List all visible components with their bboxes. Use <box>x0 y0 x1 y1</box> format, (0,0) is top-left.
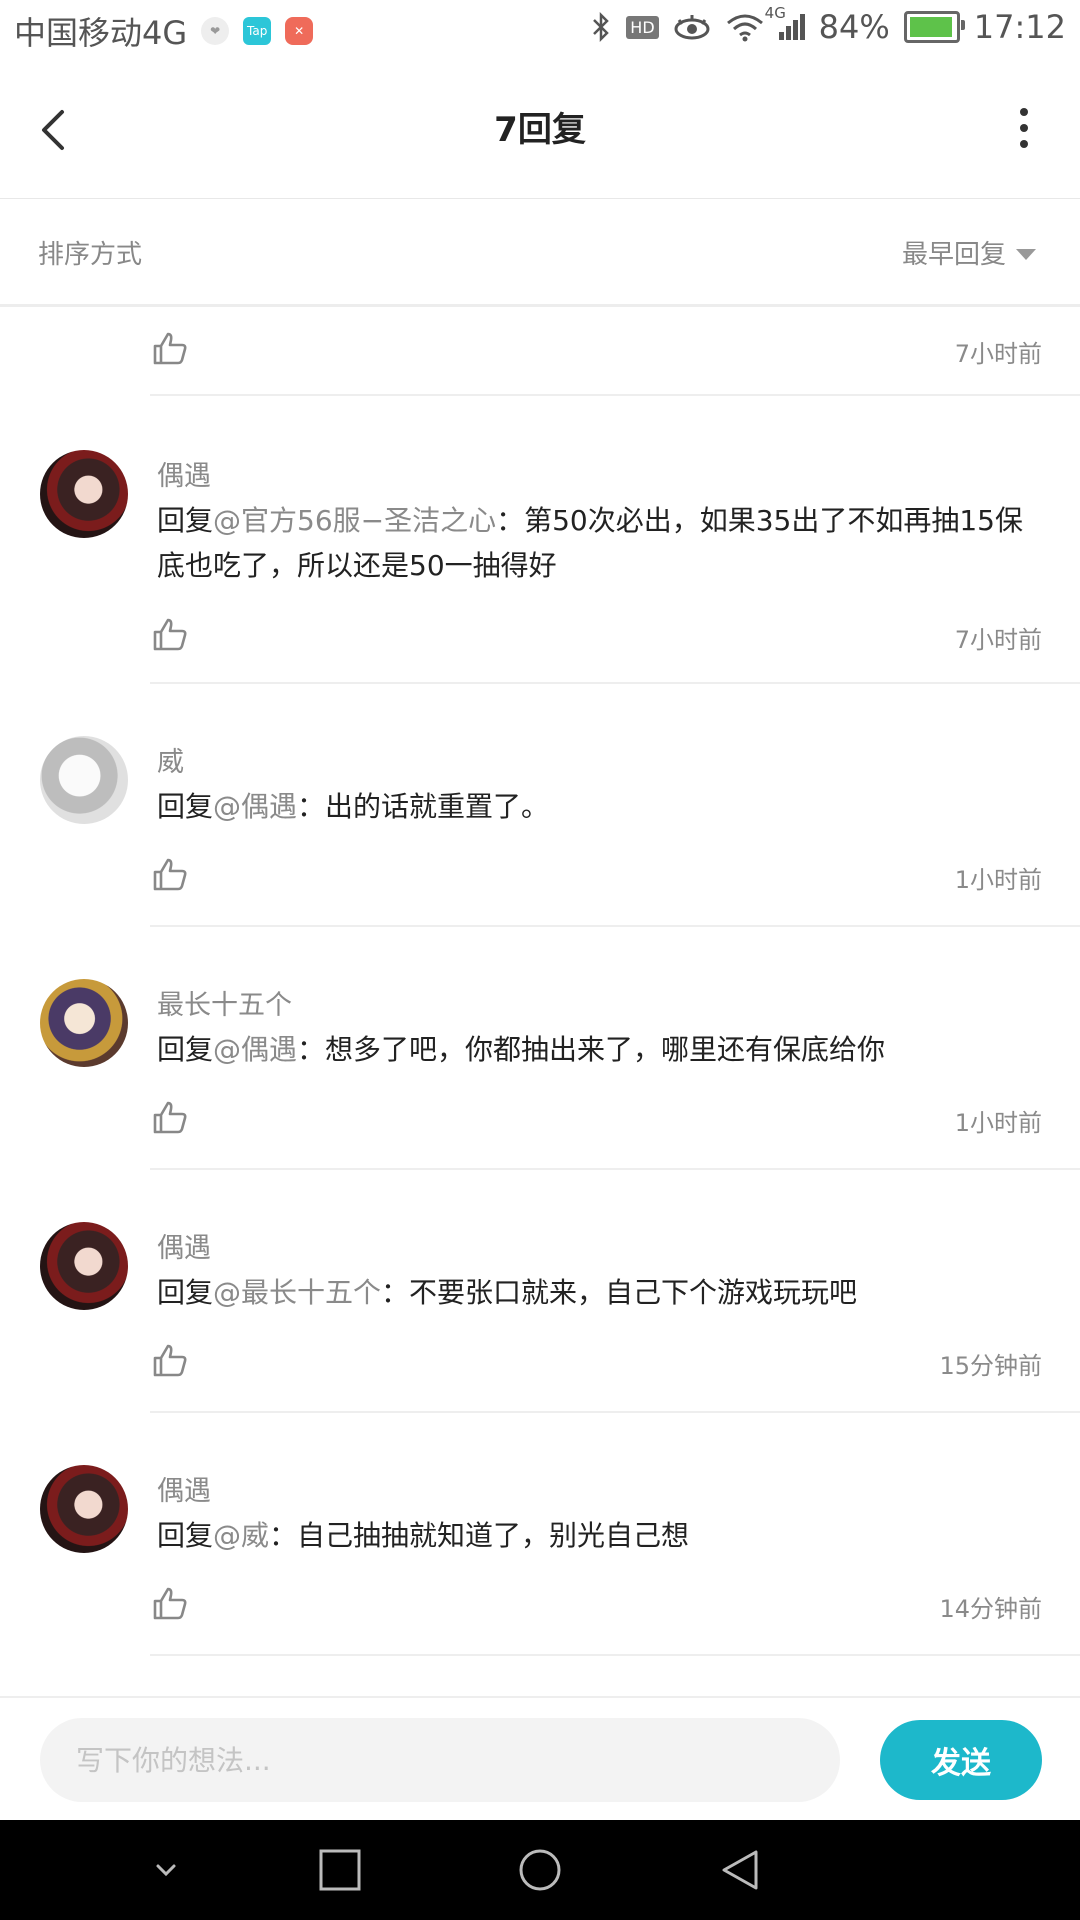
mention-link[interactable]: @最长十五个 <box>213 1276 381 1309</box>
reply-item: 7小时前 <box>0 306 1080 396</box>
hd-icon: HD <box>626 15 659 39</box>
thumbs-up-icon[interactable] <box>152 1342 188 1378</box>
reply-item: 偶遇 回复@威：自己抽抽就知道了，别光自己想 14分钟前 <box>0 1413 1080 1656</box>
reply-prefix: 回复 <box>157 1276 214 1309</box>
reply-text: ：出的话就重置了。 <box>297 790 550 823</box>
network-type-badge: 4G <box>764 4 786 22</box>
wifi-icon <box>726 14 763 42</box>
thumbs-up-icon[interactable] <box>152 856 188 892</box>
reply-item: 威 回复@偶遇：出的话就重置了。 1小时前 <box>0 684 1080 927</box>
mention-link[interactable]: @偶遇 <box>213 1033 297 1066</box>
heart-app-icon: ❤ <box>201 17 230 45</box>
reply-time: 1小时前 <box>954 866 1042 894</box>
sort-dropdown[interactable]: 最早回复 <box>902 234 1036 271</box>
bluetooth-icon <box>593 11 610 43</box>
recent-apps-icon[interactable] <box>318 1848 362 1892</box>
reply-time: 7小时前 <box>954 340 1042 368</box>
reply-prefix: 回复 <box>157 1519 214 1552</box>
reply-text: ：不要张口就来，自己下个游戏玩玩吧 <box>381 1276 858 1309</box>
reply-time: 14分钟前 <box>939 1595 1042 1623</box>
reply-prefix: 回复 <box>157 504 214 537</box>
hide-keyboard-icon[interactable] <box>144 1848 188 1892</box>
page-title: 7回复 <box>494 110 586 150</box>
mention-link[interactable]: @偶遇 <box>213 790 297 823</box>
avatar[interactable] <box>40 979 128 1067</box>
reply-username[interactable]: 威 <box>157 740 184 779</box>
reply-content: 回复@偶遇：想多了吧，你都抽出来了，哪里还有保底给你 <box>157 1027 1047 1072</box>
reply-prefix: 回复 <box>157 790 214 823</box>
reply-content: 回复@威：自己抽抽就知道了，别光自己想 <box>157 1513 1047 1558</box>
reply-text: ：想多了吧，你都抽出来了，哪里还有保底给你 <box>297 1033 886 1066</box>
reply-username[interactable]: 偶遇 <box>157 1226 211 1265</box>
home-icon[interactable] <box>518 1848 562 1892</box>
sort-selected-value: 最早回复 <box>901 240 1006 270</box>
battery-icon <box>903 11 965 43</box>
back-triangle-icon[interactable] <box>718 1848 762 1892</box>
red-app-icon: ✕ <box>285 17 314 45</box>
reply-username[interactable]: 最长十五个 <box>157 983 292 1022</box>
thumbs-up-icon[interactable] <box>152 330 188 366</box>
reply-content: 回复@最长十五个：不要张口就来，自己下个游戏玩玩吧 <box>157 1270 1047 1315</box>
thumbs-up-icon[interactable] <box>152 1099 188 1135</box>
status-bar: 中国移动4G ❤ Tap ✕ HD 4G 84% 17:12 <box>0 0 1080 60</box>
reply-list: 7小时前 偶遇 回复@官方56服−圣洁之心：第50次必出，如果35出了不如再抽1… <box>0 306 1080 1656</box>
avatar[interactable] <box>40 1465 128 1553</box>
thumbs-up-icon[interactable] <box>152 1585 188 1621</box>
reply-text: ：自己抽抽就知道了，别光自己想 <box>269 1519 690 1552</box>
clock: 17:12 <box>973 8 1066 46</box>
reply-content: 回复@偶遇：出的话就重置了。 <box>157 784 1047 829</box>
reply-time: 1小时前 <box>954 1109 1042 1137</box>
system-nav-bar <box>0 1820 1080 1920</box>
thumbs-up-icon[interactable] <box>152 616 188 652</box>
avatar[interactable] <box>40 736 128 824</box>
reply-item: 最长十五个 回复@偶遇：想多了吧，你都抽出来了，哪里还有保底给你 1小时前 <box>0 927 1080 1170</box>
reply-content: 回复@官方56服−圣洁之心：第50次必出，如果35出了不如再抽15保底也吃了，所… <box>157 498 1047 588</box>
send-button[interactable]: 发送 <box>880 1720 1042 1800</box>
reply-item: 偶遇 回复@官方56服−圣洁之心：第50次必出，如果35出了不如再抽15保底也吃… <box>0 396 1080 684</box>
avatar[interactable] <box>40 1222 128 1310</box>
sort-label: 排序方式 <box>38 240 143 270</box>
mention-link[interactable]: @威 <box>213 1519 269 1552</box>
carrier-label: 中国移动4G <box>14 14 188 52</box>
reply-time: 7小时前 <box>954 626 1042 654</box>
app-header: 7回复 <box>0 60 1080 199</box>
reply-composer: 发送 <box>0 1696 1080 1822</box>
eye-icon <box>674 15 710 40</box>
reply-username[interactable]: 偶遇 <box>157 1469 211 1508</box>
battery-percent: 84% <box>818 8 890 46</box>
comment-input[interactable] <box>40 1718 840 1802</box>
more-options-icon[interactable] <box>1016 108 1032 148</box>
avatar[interactable] <box>40 450 128 538</box>
sort-bar: 排序方式 最早回复 <box>0 200 1080 307</box>
caret-down-icon <box>1016 249 1036 260</box>
tap-app-icon: Tap <box>243 17 272 45</box>
reply-item: 偶遇 回复@最长十五个：不要张口就来，自己下个游戏玩玩吧 15分钟前 <box>0 1170 1080 1413</box>
signal-icon: 4G <box>765 4 805 40</box>
mention-link[interactable]: @官方56服−圣洁之心 <box>213 504 496 537</box>
reply-time: 15分钟前 <box>939 1352 1042 1380</box>
reply-prefix: 回复 <box>157 1033 214 1066</box>
reply-username[interactable]: 偶遇 <box>157 454 211 493</box>
